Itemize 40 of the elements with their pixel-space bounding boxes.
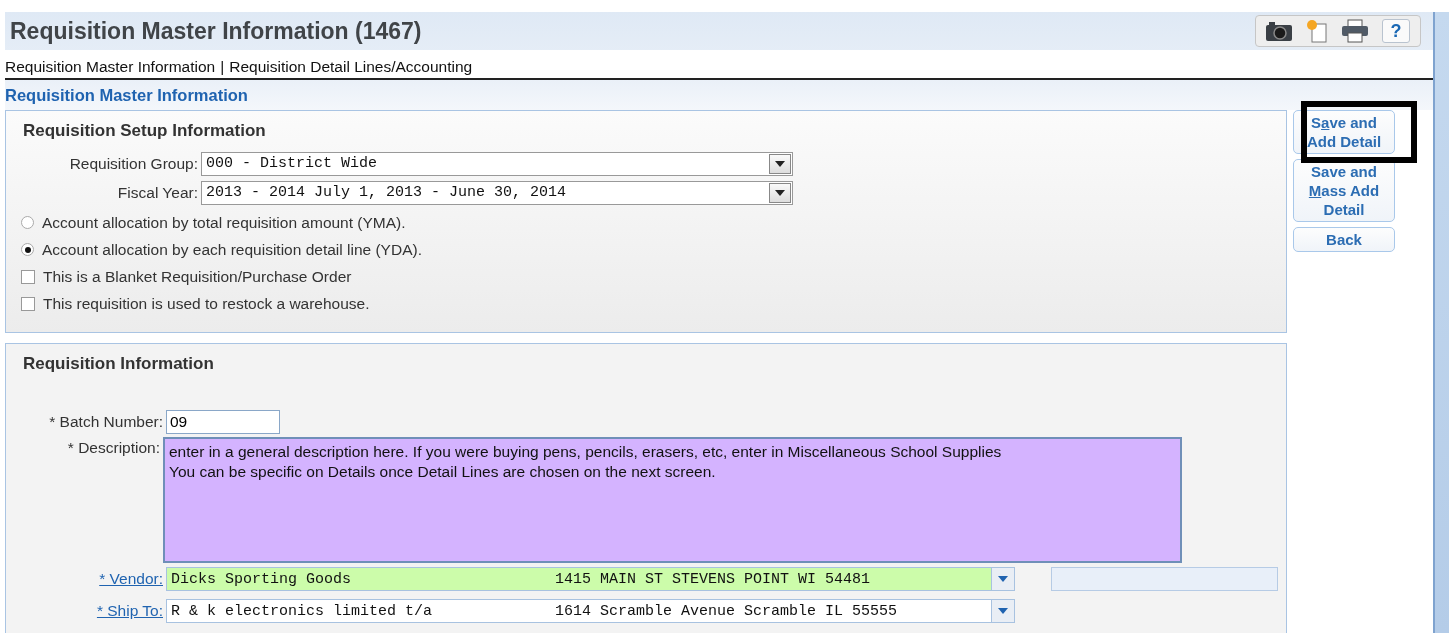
option-label: Account allocation by total requisition amount (YMA). <box>42 213 406 232</box>
printer-icon[interactable] <box>1342 19 1368 43</box>
combo-field[interactable]: R & k electronics limited t/a 1614 Scramble Avenue Scramble IL 55555 <box>166 599 1015 623</box>
option-label: This requisition is used to restock a warehouse. <box>43 294 370 313</box>
help-button[interactable]: ? <box>1382 19 1410 43</box>
field-label: Fiscal Year: <box>116 183 198 202</box>
action-button[interactable]: Save and Add Detail <box>1293 110 1395 154</box>
field-label: * Description: <box>66 438 160 457</box>
radio-button[interactable] <box>21 216 34 229</box>
radio-button[interactable] <box>21 243 34 256</box>
combo-field[interactable]: Dicks Sporting Goods 1415 MAIN ST STEVENS POINT WI 54481 <box>166 567 1015 591</box>
dropdown-arrow-icon <box>998 608 1009 614</box>
panel-title: Requisition Setup Information <box>23 121 267 141</box>
section-title: Requisition Master Information <box>5 85 248 105</box>
option-label: Account allocation by each requisition detail line (YDA). <box>42 240 422 259</box>
dropdown-button[interactable] <box>769 153 791 174</box>
select-field[interactable]: 2013 - 2014 July 1, 2013 - June 30, 2014 <box>201 180 793 205</box>
dropdown-button[interactable] <box>769 182 791 203</box>
field-label-link[interactable]: * Ship To: <box>23 602 163 620</box>
checkbox[interactable] <box>21 296 35 311</box>
nav-link[interactable]: Requisition Detail Lines/Accounting <box>229 58 473 76</box>
option-label: This is a Blanket Requisition/Purchase Order <box>43 267 352 286</box>
panel-title: Requisition Information <box>23 354 215 374</box>
checkbox[interactable] <box>21 269 35 284</box>
input-field[interactable]: 09 <box>166 409 280 434</box>
dropdown-arrow-icon <box>775 189 785 196</box>
dropdown-arrow-icon <box>998 576 1009 582</box>
field-label-link[interactable]: * Vendor: <box>23 570 163 588</box>
page-title: Requisition Master Information (1467) <box>10 17 422 45</box>
nav-separator: | <box>220 58 225 76</box>
description-field[interactable]: enter in a general description here. If you were buying pens, pencils, erasers, etc, enter in Miscellaneous School Supplies You can be specific on Details once Detail Lines are chosen on the next screen. <box>163 437 1182 563</box>
text-field[interactable] <box>1051 567 1278 591</box>
camera-icon[interactable] <box>1266 21 1292 41</box>
field-label: * Batch Number: <box>48 412 163 431</box>
field-label: Requisition Group: <box>68 154 198 173</box>
dropdown-arrow-icon <box>775 160 785 167</box>
action-button[interactable]: Save and Mass Add Detail <box>1293 159 1395 222</box>
nav-link[interactable]: Requisition Master Information <box>5 58 216 76</box>
action-button[interactable]: Back <box>1293 227 1395 252</box>
select-field[interactable]: 000 - District Wide <box>201 151 793 176</box>
